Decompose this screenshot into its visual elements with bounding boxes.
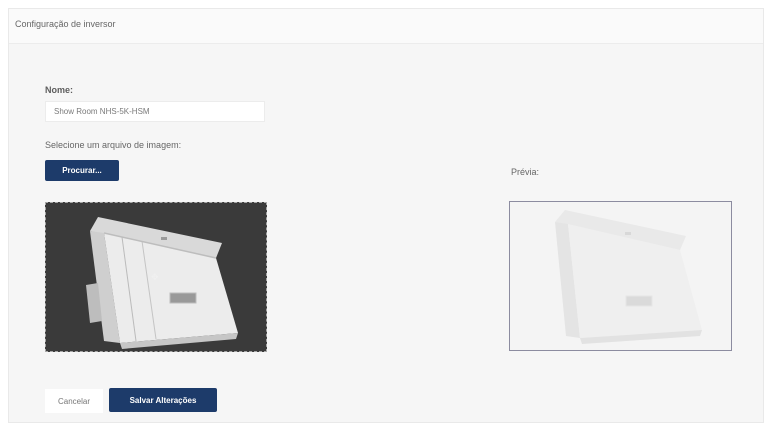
image-preview [509,201,732,351]
name-input[interactable] [45,101,265,122]
browse-button[interactable]: Procurar... [45,160,119,181]
panel-title: Configuração de inversor [15,19,116,29]
save-button[interactable]: Salvar Alterações [109,388,217,412]
image-crop-area[interactable]: ✥ [45,202,267,352]
inverter-preview-image [555,210,702,344]
inverter-config-panel: Configuração de inversor Nome: Selecione… [8,8,764,423]
name-label: Nome: [45,85,74,95]
preview-label: Prévia: [511,167,540,177]
cancel-button[interactable]: Cancelar [45,389,103,413]
move-arrows-icon[interactable]: ✥ [151,273,159,283]
panel-header: Configuração de inversor [9,9,763,44]
file-label: Selecione um arquivo de imagem: [45,140,182,150]
